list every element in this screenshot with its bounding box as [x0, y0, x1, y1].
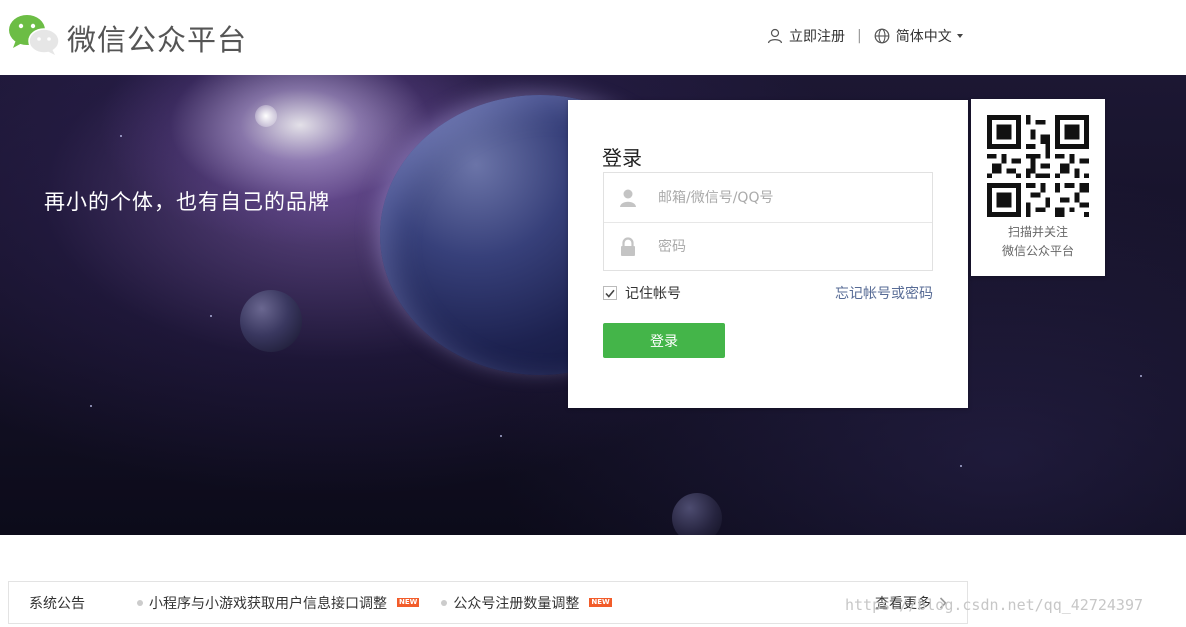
- account-input[interactable]: [658, 189, 918, 206]
- bullet-icon: [137, 599, 143, 606]
- header-separator: |: [857, 28, 862, 44]
- qr-caption-line2: 微信公众平台: [1001, 244, 1074, 258]
- qr-panel: 扫描并关注 微信公众平台: [971, 99, 1105, 276]
- announcement-item[interactable]: 小程序与小游戏获取用户信息接口调整 NEW: [137, 593, 420, 613]
- watermark-text: https://blog.csdn.net/qq_42724397: [845, 596, 1144, 614]
- star: [1140, 375, 1142, 377]
- remember-account[interactable]: 记住帐号: [603, 283, 681, 303]
- brand-title: 微信公众平台: [67, 23, 248, 57]
- login-title: 登录: [602, 146, 642, 170]
- announcement-label: 系统公告: [29, 595, 85, 612]
- light-flare: [255, 105, 277, 127]
- user-icon: [767, 28, 783, 44]
- header-actions: 立即注册 | 简体中文: [767, 26, 963, 46]
- remember-label: 记住帐号: [625, 286, 681, 302]
- register-link[interactable]: 立即注册: [767, 26, 845, 46]
- announcement-item[interactable]: 公众号注册数量调整 NEW: [441, 593, 612, 613]
- new-badge: NEW: [397, 598, 420, 607]
- top-header: 微信公众平台 立即注册 | 简体中文: [0, 0, 1186, 75]
- login-panel: 登录 记住帐号 忘记帐号或密码 登录: [568, 100, 968, 408]
- check-icon: [605, 289, 615, 298]
- language-label: 简体中文: [895, 29, 952, 45]
- login-fields: [603, 172, 933, 271]
- star: [210, 315, 212, 317]
- wechat-logo-icon[interactable]: [8, 14, 60, 56]
- login-button[interactable]: 登录: [603, 323, 725, 358]
- user-icon: [620, 189, 636, 207]
- star: [120, 135, 122, 137]
- announcement-text: 公众号注册数量调整: [453, 595, 580, 612]
- globe-icon: [874, 28, 890, 44]
- star: [960, 465, 962, 467]
- star: [90, 405, 92, 407]
- planet-tiny-image: [672, 493, 722, 535]
- chevron-down-icon: [956, 34, 963, 38]
- password-input[interactable]: [658, 239, 918, 255]
- banner-slogan: 再小的个体，也有自己的品牌: [44, 190, 330, 214]
- star: [500, 435, 502, 437]
- announcement-bar: 系统公告 小程序与小游戏获取用户信息接口调整 NEW 公众号注册数量调整 NEW…: [8, 581, 968, 624]
- lock-icon: [621, 237, 635, 256]
- announcement-text: 小程序与小游戏获取用户信息接口调整: [149, 595, 387, 612]
- remember-checkbox[interactable]: [603, 286, 617, 300]
- language-selector[interactable]: 简体中文: [874, 26, 963, 46]
- forgot-password-link[interactable]: 忘记帐号或密码: [835, 283, 933, 303]
- new-badge: NEW: [589, 598, 612, 607]
- password-field: [604, 222, 932, 271]
- qr-caption-line1: 扫描并关注: [1007, 225, 1068, 239]
- register-label: 立即注册: [789, 29, 845, 45]
- bullet-icon: [441, 599, 448, 606]
- planet-small-image: [240, 290, 302, 352]
- account-field: [604, 173, 932, 222]
- qr-code-icon: [987, 115, 1089, 217]
